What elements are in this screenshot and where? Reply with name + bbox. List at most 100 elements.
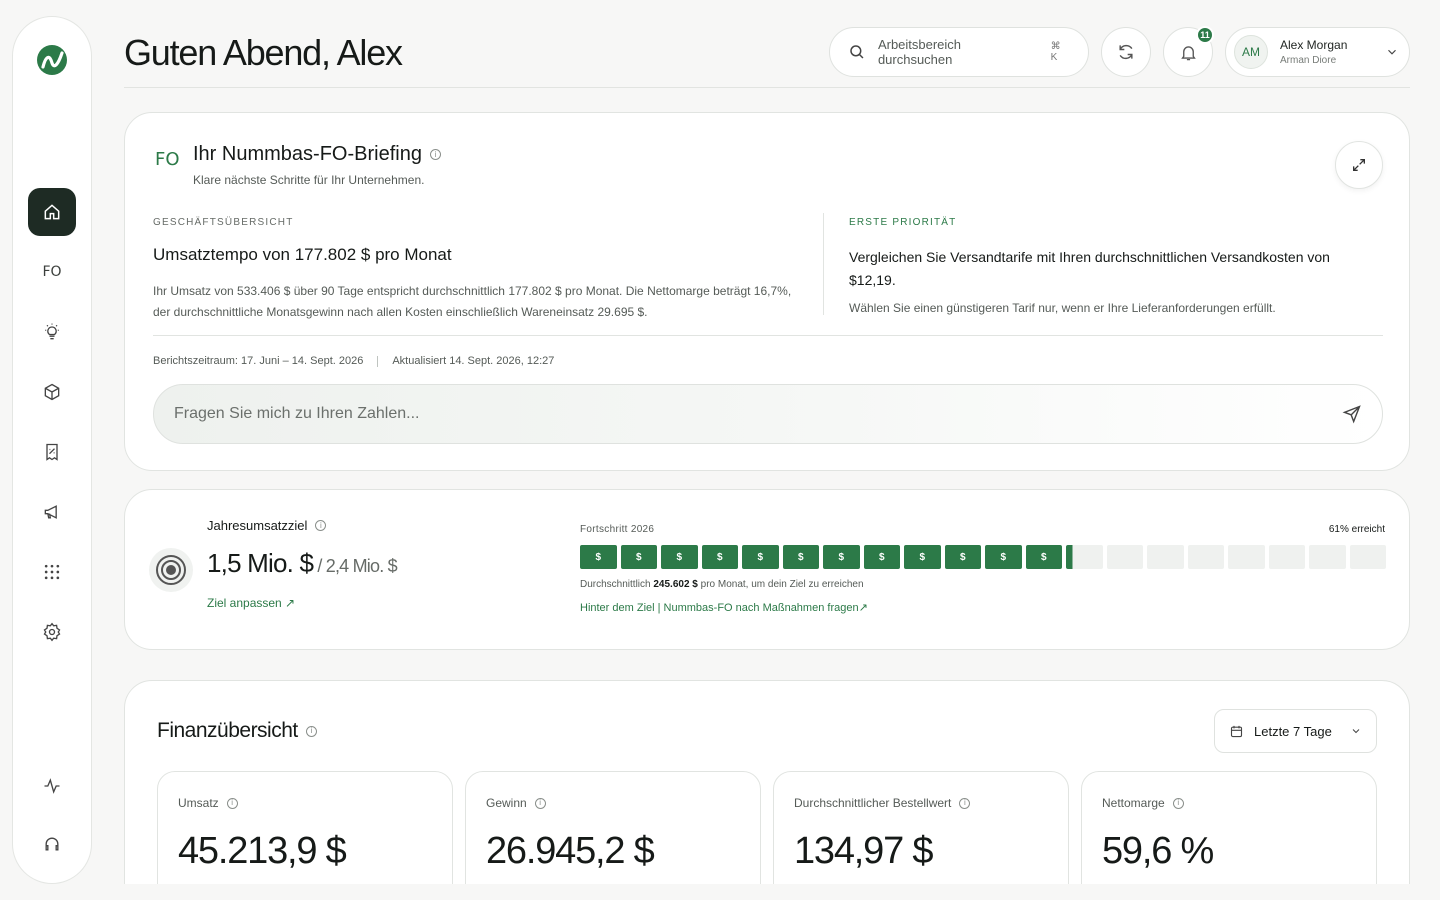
sidebar-item-apps[interactable] [28, 548, 76, 596]
kpi-value: 59,6 % [1102, 830, 1214, 872]
meta-separator [377, 355, 379, 367]
business-overview: GESCHÄFTSÜBERSICHT Umsatztempo von 177.8… [153, 217, 793, 323]
progress-segment [1187, 545, 1224, 569]
info-icon[interactable]: i [959, 797, 971, 809]
adjust-goal-link[interactable]: Ziel anpassen ↗ [207, 596, 295, 610]
progress-segment: $ [823, 545, 860, 569]
progress-segment [1268, 545, 1305, 569]
progress-segment [1309, 545, 1346, 569]
search-icon [850, 45, 864, 59]
info-icon[interactable]: i [429, 149, 441, 160]
date-range-label: Letzte 7 Tage [1254, 723, 1332, 739]
sidebar-item-settings[interactable] [28, 608, 76, 656]
sidebar-item-home[interactable] [28, 188, 76, 236]
search-input[interactable]: Arbeitsbereich durchsuchen ⌘ K [829, 27, 1089, 77]
kpi-label: Gewinn i [486, 796, 546, 810]
progress-segment [1106, 545, 1143, 569]
avatar: AM [1234, 35, 1268, 69]
chevron-down-icon [1388, 49, 1396, 55]
kpi-value: 45.213,9 $ [178, 830, 347, 872]
progress-segment: $ [1025, 545, 1062, 569]
financial-overview-title: Finanzübersicht i [157, 719, 317, 743]
progress-segment: $ [904, 545, 941, 569]
fo-icon: FO [42, 264, 62, 280]
info-icon[interactable]: i [1172, 797, 1184, 809]
progress-segment [1147, 545, 1184, 569]
kpi-card-net-margin[interactable]: Nettomarge i 59,6 % [1081, 771, 1377, 900]
kpi-card-profit[interactable]: Gewinn i 26.945,2 $ [465, 771, 761, 900]
sidebar-item-reports[interactable] [28, 428, 76, 476]
overview-text: Ihr Umsatz von 533.406 $ über 90 Tage en… [153, 283, 792, 319]
kpi-label: Nettomarge i [1102, 796, 1184, 810]
progress-segment: $ [985, 545, 1022, 569]
progress-bar: $ $ $ $ $ $ $ $ $ $ $ $ [580, 545, 1386, 569]
kpi-label-text: Umsatz [178, 796, 219, 810]
goal-value: 1,5 Mio. $ / 2,4 Mio. $ [207, 548, 398, 579]
progress-average: Durchschnittlich 245.602 $ pro Monat, um… [580, 579, 864, 590]
date-range-select[interactable]: Letzte 7 Tage [1214, 709, 1377, 753]
progress-segment: $ [620, 545, 657, 569]
priority-heading: Vergleichen Sie Versandtarife mit Ihren … [849, 249, 1330, 289]
home-icon [44, 204, 60, 220]
goal-current: 1,5 Mio. $ [207, 548, 314, 578]
avg-suffix: pro Monat, um dein Ziel zu erreichen [700, 579, 864, 590]
kpi-value: 26.945,2 $ [486, 830, 655, 872]
briefing-subtitle: Klare nächste Schritte für Ihr Unternehm… [193, 173, 425, 187]
refresh-button[interactable] [1101, 27, 1151, 77]
behind-goal-link[interactable]: Hinter dem Ziel | Nummbas-FO nach Maßnah… [580, 601, 868, 614]
progress-segment: $ [701, 545, 738, 569]
progress-segment [1228, 545, 1265, 569]
header-divider [124, 87, 1410, 88]
goal-title-text: Jahresumsatzziel [207, 518, 308, 533]
ask-placeholder: Fragen Sie mich zu Ihren Zahlen... [174, 405, 420, 422]
notifications-button[interactable]: 11 [1163, 26, 1214, 77]
info-icon[interactable]: i [226, 797, 238, 809]
financial-overview-card: Finanzübersicht i Letzte 7 Tage Umsatz i … [124, 680, 1410, 900]
kpi-label: Umsatz i [178, 796, 238, 810]
expand-icon [1353, 159, 1365, 171]
sidebar-item-marketing[interactable] [28, 488, 76, 536]
bell-icon [1180, 45, 1196, 60]
progress-segment: $ [580, 545, 617, 569]
briefing-meta: Berichtszeitraum: 17. Juni – 14. Sept. 2… [153, 355, 554, 367]
progress-label: Fortschritt 2026 [580, 524, 655, 535]
kpi-value: 134,97 $ [794, 830, 934, 872]
info-icon[interactable]: i [305, 725, 317, 737]
box-icon [44, 383, 60, 401]
sidebar-item-activity[interactable] [28, 762, 76, 810]
sidebar: FO [12, 16, 92, 884]
progress-segment [1349, 545, 1386, 569]
user-role: Arman Diore [1280, 55, 1337, 66]
kpi-card-revenue[interactable]: Umsatz i 45.213,9 $ [157, 771, 453, 900]
progress-segment: $ [742, 545, 779, 569]
headset-icon [45, 837, 59, 851]
sidebar-item-insights[interactable] [28, 308, 76, 356]
brand-logo-icon[interactable] [35, 43, 69, 77]
avg-prefix: Durchschnittlich [580, 579, 651, 590]
kpi-label-text: Durchschnittlicher Bestellwert [794, 796, 952, 810]
calendar-icon [1230, 725, 1243, 737]
updated-time: Aktualisiert 14. Sept. 2026, 12:27 [392, 355, 555, 367]
search-shortcut: ⌘ K [1050, 41, 1061, 63]
info-icon[interactable]: i [315, 520, 327, 531]
receipt-icon [46, 443, 58, 461]
expand-button[interactable] [1335, 141, 1383, 189]
briefing-divider [153, 335, 1383, 336]
grid-icon [44, 564, 60, 580]
progress-segment: $ [944, 545, 981, 569]
kpi-card-aov[interactable]: Durchschnittlicher Bestellwert i 134,97 $ [773, 771, 1069, 900]
send-icon[interactable] [1342, 404, 1362, 424]
revenue-goal-card: Jahresumsatzziel i 1,5 Mio. $ / 2,4 Mio.… [124, 489, 1410, 650]
page-title: Guten Abend, Alex [124, 32, 403, 73]
user-menu[interactable]: AM Alex Morgan Arman Diore [1225, 27, 1410, 77]
info-icon[interactable]: i [534, 797, 546, 809]
column-divider [823, 213, 824, 315]
ask-input[interactable]: Fragen Sie mich zu Ihren Zahlen... [153, 384, 1383, 444]
fo-logo-icon: FO [155, 149, 180, 170]
goal-title: Jahresumsatzziel i [207, 518, 327, 533]
sidebar-item-fo[interactable]: FO [28, 248, 76, 296]
sidebar-item-products[interactable] [28, 368, 76, 416]
gear-icon [43, 622, 61, 642]
sidebar-item-support[interactable] [28, 820, 76, 868]
user-info: Alex Morgan Arman Diore [1280, 38, 1347, 66]
